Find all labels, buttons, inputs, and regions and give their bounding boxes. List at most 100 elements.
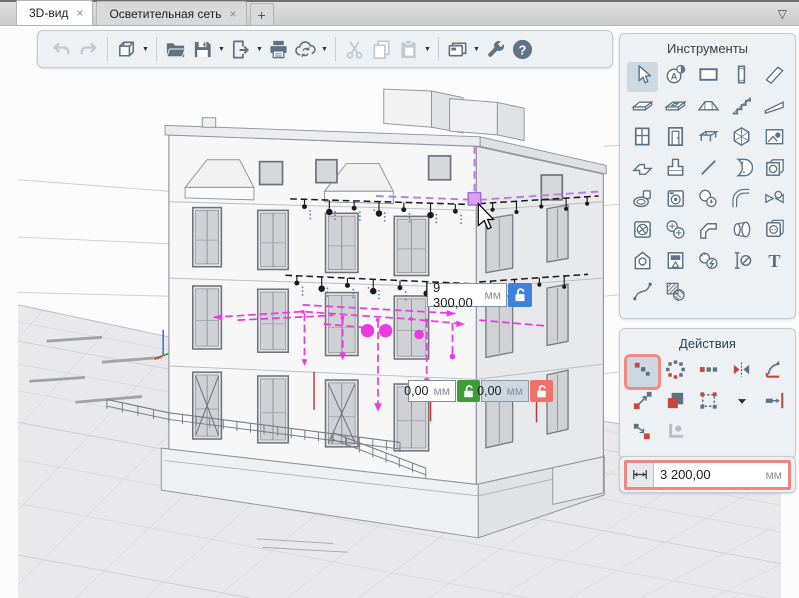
new-tab-button[interactable]: + [250, 3, 274, 25]
view-cube-dropdown-arrow-icon[interactable]: ▼ [140, 46, 151, 53]
tool-beam[interactable] [759, 62, 790, 92]
network-node-handle[interactable] [468, 193, 480, 205]
tool-plate[interactable] [627, 155, 658, 185]
hatch-icon [664, 280, 687, 308]
view-cube-button[interactable] [113, 35, 140, 63]
open-folder-button[interactable] [162, 35, 189, 63]
tool-image[interactable] [759, 124, 790, 154]
rotate-icon [763, 358, 786, 386]
floor-opening-icon [664, 94, 687, 122]
tab-overflow-icon[interactable]: ▽ [778, 7, 787, 21]
action-transform[interactable] [693, 388, 724, 418]
pipe-fittings-icon [763, 187, 786, 215]
tool-stairs[interactable] [726, 93, 757, 123]
tab-bar: 3D-вид × Осветительная сеть × + ▽ [0, 0, 799, 26]
tool-door[interactable] [660, 124, 691, 154]
tool-text[interactable]: T [759, 248, 790, 278]
tab-lighting-network[interactable]: Осветительная сеть × [96, 1, 246, 25]
action-move-to-line[interactable] [759, 388, 790, 418]
settings-wrench-button[interactable] [482, 35, 509, 63]
print-button[interactable] [265, 35, 292, 63]
dimension-unit-label: мм [766, 463, 789, 487]
tool-equipment[interactable] [660, 186, 691, 216]
export-dropdown-arrow-icon[interactable]: ▼ [254, 46, 265, 53]
roof-icon [697, 94, 720, 122]
toolbar-separator [156, 37, 157, 61]
tool-column[interactable] [726, 62, 757, 92]
move-node-icon [631, 420, 654, 448]
tool-plumbing-fixtures[interactable] [693, 186, 724, 216]
tool-furniture[interactable] [693, 124, 724, 154]
window-layers-dropdown-arrow-icon[interactable]: ▼ [471, 46, 482, 53]
tool-roof[interactable] [693, 93, 724, 123]
window-layers-button[interactable] [444, 35, 471, 63]
action-move-node[interactable] [627, 419, 658, 449]
paste-dropdown-arrow-icon[interactable]: ▼ [422, 46, 433, 53]
export-icon [229, 38, 252, 61]
building-model[interactable] [107, 89, 606, 538]
tool-line[interactable] [693, 155, 724, 185]
tool-room[interactable] [726, 124, 757, 154]
tool-ventilation-fittings[interactable] [660, 217, 691, 247]
height-measure-input[interactable]: 9 300,00 мм [427, 283, 507, 307]
action-circular-array[interactable] [660, 357, 691, 387]
action-more-options[interactable] [726, 388, 757, 418]
tool-curve[interactable] [627, 279, 658, 309]
tab-close-icon[interactable]: × [76, 7, 83, 19]
tool-electrical-fittings[interactable] [693, 248, 724, 278]
tool-socket[interactable] [759, 217, 790, 247]
ramp-icon [763, 94, 786, 122]
tool-hatch[interactable] [660, 279, 691, 309]
action-move-points[interactable] [627, 357, 658, 387]
tool-window[interactable] [627, 124, 658, 154]
cloud-sync-button[interactable] [292, 35, 319, 63]
action-move[interactable] [627, 388, 658, 418]
tool-axes-grid[interactable]: A [660, 62, 691, 92]
lock-open-icon-red[interactable] [530, 380, 553, 402]
more-options-icon [733, 392, 751, 415]
tool-electrical-panel[interactable] [660, 248, 691, 278]
tab-close-icon[interactable]: × [230, 8, 237, 20]
tool-duct[interactable] [693, 217, 724, 247]
tool-profile[interactable] [726, 155, 757, 185]
tool-floor-opening[interactable] [660, 93, 691, 123]
window-layers-icon [446, 38, 469, 61]
help-icon: ? [511, 38, 534, 61]
tool-dimension[interactable] [726, 248, 757, 278]
equipment-icon [664, 187, 687, 215]
tool-assembly[interactable] [759, 155, 790, 185]
tool-duct-fittings[interactable] [726, 217, 757, 247]
tab-3d-view[interactable]: 3D-вид × [16, 0, 93, 25]
help-button[interactable]: ? [509, 35, 536, 63]
furniture-icon [697, 125, 720, 153]
offset-x-input[interactable]: 0,00 мм [408, 380, 456, 402]
tool-pipe-fittings[interactable] [759, 186, 790, 216]
action-copy-object[interactable] [660, 388, 691, 418]
dimension-range-icon [627, 463, 654, 487]
tool-select[interactable] [627, 62, 658, 92]
export-button[interactable] [227, 35, 254, 63]
tool-pipe[interactable] [726, 186, 757, 216]
redo-button [75, 35, 102, 63]
tool-wall[interactable] [693, 62, 724, 92]
save-button[interactable] [189, 35, 216, 63]
room-icon [730, 125, 753, 153]
tool-ramp[interactable] [759, 93, 790, 123]
tool-ventilation-grille[interactable] [627, 217, 658, 247]
tool-light-fixture[interactable] [627, 248, 658, 278]
mirror-icon [730, 358, 753, 386]
cloud-sync-dropdown-arrow-icon[interactable]: ▼ [319, 46, 330, 53]
save-dropdown-arrow-icon[interactable]: ▼ [216, 46, 227, 53]
floor-icon [631, 94, 654, 122]
tool-sanitary-ware[interactable] [627, 186, 658, 216]
tool-foundation[interactable] [660, 155, 691, 185]
lock-open-icon-blue[interactable] [508, 283, 532, 307]
action-rotate[interactable] [759, 357, 790, 387]
tool-floor[interactable] [627, 93, 658, 123]
actions-panel-title: Действия [620, 329, 795, 354]
pipe-icon [730, 187, 753, 215]
dimension-value-input[interactable]: 3 200,00 [654, 463, 766, 487]
offset-y-input[interactable]: 0,00 мм [481, 380, 529, 402]
action-mirror[interactable] [726, 357, 757, 387]
action-linear-array[interactable] [693, 357, 724, 387]
